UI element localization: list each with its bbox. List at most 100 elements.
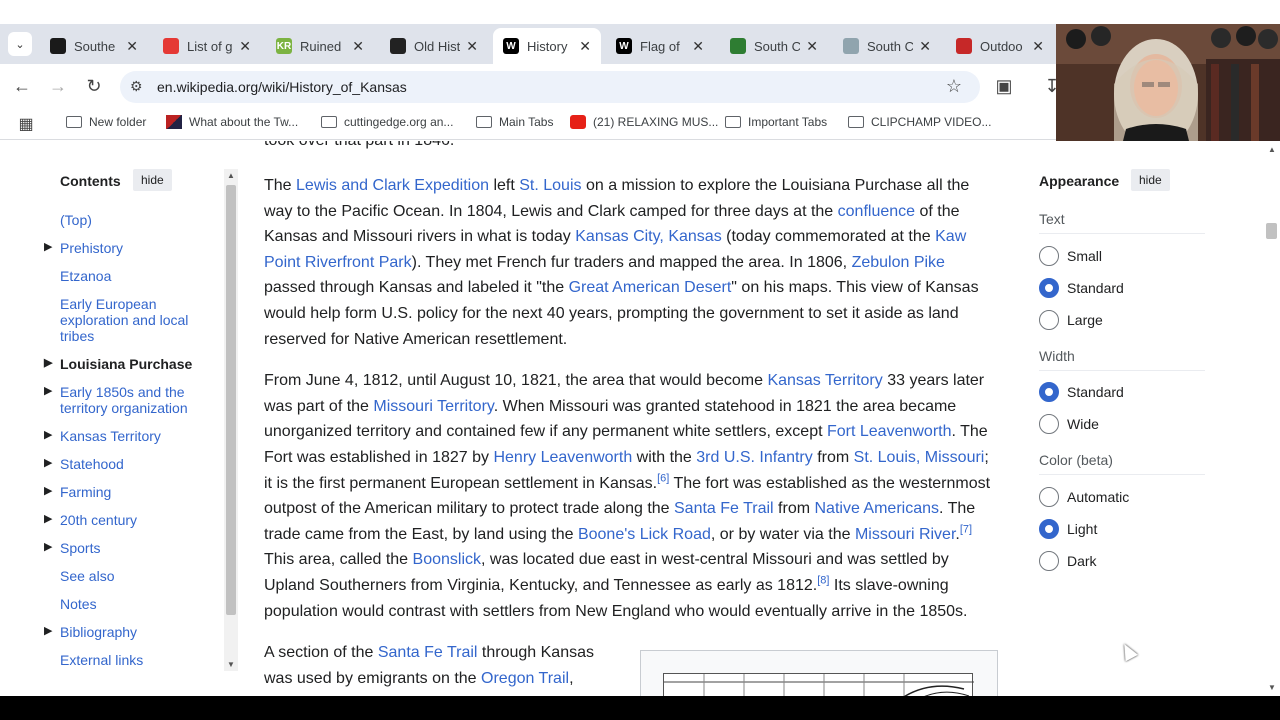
browser-tab[interactable]: South C ✕ xyxy=(833,28,941,64)
bookmark-star-icon[interactable]: ☆ xyxy=(946,76,962,97)
chevron-right-icon[interactable]: ▶ xyxy=(44,355,52,371)
trail-map-figure[interactable] xyxy=(640,650,998,696)
radio-option[interactable]: Standard xyxy=(1039,278,1124,298)
toc-item[interactable]: ▶ Bibliography xyxy=(44,624,210,640)
browser-tab[interactable]: List of g ✕ xyxy=(153,28,261,64)
toc-item[interactable]: ▶ Early 1850s and the territory organizat… xyxy=(44,384,210,416)
article-link[interactable]: Fort Leavenworth xyxy=(827,423,952,440)
article-link[interactable]: Henry Leavenworth xyxy=(493,449,632,466)
toc-item[interactable]: ▶ Sports xyxy=(44,540,210,556)
url-text[interactable]: en.wikipedia.org/wiki/History_of_Kansas xyxy=(157,79,407,95)
bookmark-item[interactable]: cuttingedge.org an... xyxy=(321,115,453,129)
page-scroll-thumb[interactable] xyxy=(1266,223,1277,239)
scroll-down-icon[interactable]: ▼ xyxy=(1268,683,1276,692)
radio-option[interactable]: Wide xyxy=(1039,414,1099,434)
radio-button[interactable] xyxy=(1039,414,1059,434)
browser-tab[interactable]: South C ✕ xyxy=(720,28,828,64)
radio-option[interactable]: Small xyxy=(1039,246,1102,266)
close-icon[interactable]: ✕ xyxy=(466,38,478,55)
radio-button[interactable] xyxy=(1039,246,1059,266)
extensions-button[interactable]: ▣ xyxy=(992,74,1016,98)
toc-item[interactable]: See also xyxy=(60,568,210,584)
close-icon[interactable]: ✕ xyxy=(352,38,364,55)
radio-button[interactable] xyxy=(1039,310,1059,330)
bookmark-item[interactable]: Main Tabs xyxy=(476,115,553,129)
reload-button[interactable]: ↻ xyxy=(82,74,106,98)
radio-button[interactable] xyxy=(1039,487,1059,507)
bookmark-item[interactable]: CLIPCHAMP VIDEO... xyxy=(848,115,991,129)
article-link[interactable]: Santa Fe Trail xyxy=(378,644,478,661)
browser-tab[interactable]: Southe ✕ xyxy=(40,28,148,64)
article-link[interactable]: Oregon Trail xyxy=(481,670,569,687)
article-link[interactable]: Boonslick xyxy=(413,551,481,568)
article-link[interactable]: Santa Fe Trail xyxy=(674,500,774,517)
citation-link[interactable]: [7] xyxy=(960,523,972,535)
article-link[interactable]: St. Louis, Missouri xyxy=(854,449,985,466)
address-bar[interactable]: ⚙ en.wikipedia.org/wiki/History_of_Kansa… xyxy=(120,71,980,103)
citation-ref[interactable]: [8] xyxy=(817,575,829,587)
toc-item[interactable]: Notes xyxy=(60,596,210,612)
browser-tab[interactable]: Old Hist ✕ xyxy=(380,28,488,64)
chevron-right-icon[interactable]: ▶ xyxy=(44,239,52,255)
citation-ref[interactable]: [6] xyxy=(657,472,669,484)
article-link[interactable]: St. Louis xyxy=(519,177,581,194)
toc-item[interactable]: ▶ Kansas Territory xyxy=(44,428,210,444)
back-button[interactable]: ← xyxy=(10,74,34,98)
toc-item[interactable]: ▶ 20th century xyxy=(44,512,210,528)
toc-hide-button[interactable]: hide xyxy=(133,169,172,191)
scroll-up-icon[interactable]: ▲ xyxy=(227,171,235,180)
forward-button[interactable]: → xyxy=(46,74,70,98)
scroll-up-icon[interactable]: ▲ xyxy=(1268,145,1276,154)
site-info-icon[interactable]: ⚙ xyxy=(130,78,143,95)
radio-button[interactable] xyxy=(1039,278,1059,298)
browser-tab[interactable]: W Flag of ✕ xyxy=(606,28,714,64)
radio-button[interactable] xyxy=(1039,519,1059,539)
radio-button[interactable] xyxy=(1039,382,1059,402)
close-icon[interactable]: ✕ xyxy=(239,38,251,55)
close-icon[interactable]: ✕ xyxy=(919,38,931,55)
radio-button[interactable] xyxy=(1039,551,1059,571)
chevron-right-icon[interactable]: ▶ xyxy=(44,539,52,555)
citation-link[interactable]: [6] xyxy=(657,472,669,484)
toc-item[interactable]: Early European exploration and local tri… xyxy=(60,296,210,344)
article-link[interactable]: Missouri Territory xyxy=(373,398,493,415)
article-link[interactable]: Kansas Territory xyxy=(767,372,882,389)
tab-search-button[interactable]: ⌄ xyxy=(8,32,32,56)
browser-tab[interactable]: KR Ruined ✕ xyxy=(266,28,374,64)
bookmark-item[interactable]: What about the Tw... xyxy=(166,115,298,129)
toc-scroll-thumb[interactable] xyxy=(226,185,236,615)
close-icon[interactable]: ✕ xyxy=(126,38,138,55)
citation-ref[interactable]: [7] xyxy=(960,523,972,535)
article-link[interactable]: Zebulon Pike xyxy=(852,254,945,271)
toc-item[interactable]: ▶ Louisiana Purchase xyxy=(44,356,210,372)
radio-option[interactable]: Automatic xyxy=(1039,487,1129,507)
bookmark-item[interactable]: Important Tabs xyxy=(725,115,827,129)
chevron-right-icon[interactable]: ▶ xyxy=(44,455,52,471)
browser-tab[interactable]: Outdoo ✕ xyxy=(946,28,1054,64)
browser-tab[interactable]: W History ✕ xyxy=(493,28,601,64)
article-link[interactable]: Great American Desert xyxy=(569,279,732,296)
toc-item[interactable]: ▶ Farming xyxy=(44,484,210,500)
close-icon[interactable]: ✕ xyxy=(692,38,704,55)
toc-item[interactable]: Etzanoa xyxy=(60,268,210,284)
close-icon[interactable]: ✕ xyxy=(1032,38,1044,55)
toc-item[interactable]: External links xyxy=(60,652,210,668)
article-link[interactable]: Native Americans xyxy=(815,500,940,517)
article-link[interactable]: 3rd U.S. Infantry xyxy=(696,449,813,466)
bookmark-item[interactable]: (21) RELAXING MUS... xyxy=(570,115,718,129)
close-icon[interactable]: ✕ xyxy=(806,38,818,55)
radio-option[interactable]: Light xyxy=(1039,519,1097,539)
chevron-right-icon[interactable]: ▶ xyxy=(44,623,52,639)
radio-option[interactable]: Dark xyxy=(1039,551,1097,571)
article-link[interactable]: Lewis and Clark Expedition xyxy=(296,177,489,194)
page-scrollbar[interactable]: ▲ ▼ xyxy=(1264,141,1280,696)
toc-item[interactable]: (Top) xyxy=(60,212,210,228)
apps-button[interactable]: ▦ xyxy=(14,112,38,136)
appearance-hide-button[interactable]: hide xyxy=(1131,169,1170,191)
chevron-right-icon[interactable]: ▶ xyxy=(44,383,52,399)
toc-item[interactable]: ▶ Statehood xyxy=(44,456,210,472)
article-link[interactable]: Kansas City, Kansas xyxy=(575,228,721,245)
toc-item[interactable]: ▶ Prehistory xyxy=(44,240,210,256)
chevron-right-icon[interactable]: ▶ xyxy=(44,427,52,443)
citation-link[interactable]: [8] xyxy=(817,575,829,587)
